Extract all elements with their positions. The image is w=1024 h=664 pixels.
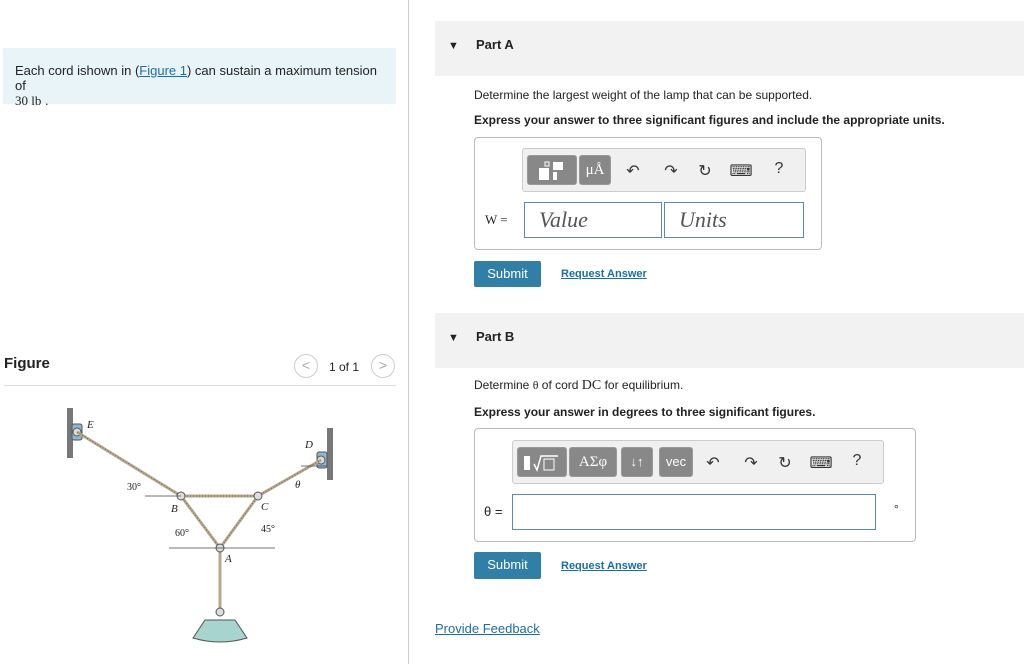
label-theta: θ — [295, 479, 301, 491]
collapse-triangle-icon: ▼ — [448, 332, 459, 344]
lamp — [192, 619, 248, 643]
max-tension-value: 30 lb — [15, 93, 42, 108]
units-button[interactable]: μÅ — [579, 155, 611, 185]
partB-title: Part B — [476, 329, 515, 344]
template-sqrt-button[interactable] — [517, 447, 567, 477]
partA-submit-button[interactable]: Submit — [474, 261, 541, 287]
problem-text-before: Each cord ishown in ( — [15, 63, 140, 78]
partB-instructions: Express your answer in degrees to three … — [474, 405, 816, 419]
template-sqrt-icon — [524, 455, 558, 473]
reset-icon[interactable]: ↻ — [693, 161, 717, 181]
right-wall — [327, 428, 333, 480]
partB-question: Determine θ of cord DC for equilibrium. — [474, 378, 684, 393]
label-B: B — [171, 503, 178, 515]
label-C: C — [261, 501, 269, 513]
label-D: D — [304, 439, 313, 451]
partB-var-label: θ = — [484, 504, 503, 519]
partA-toolbar: μÅ ↶ ↷ ↻ ⌨ ? — [522, 148, 806, 192]
template-icon — [539, 161, 563, 180]
reset-icon[interactable]: ↻ — [773, 453, 797, 473]
undo-icon[interactable]: ↶ — [621, 161, 645, 181]
label-45: 45° — [261, 524, 275, 535]
undo-icon[interactable]: ↶ — [701, 453, 725, 473]
label-30: 30° — [127, 482, 141, 493]
help-button[interactable]: ? — [845, 452, 869, 470]
figure-link[interactable]: Figure 1 — [139, 63, 187, 78]
figure-next-button[interactable]: > — [371, 354, 395, 378]
redo-icon[interactable]: ↷ — [739, 453, 763, 473]
greek-button[interactable]: ΑΣφ — [569, 447, 617, 477]
partA-question: Determine the largest weight of the lamp… — [474, 88, 813, 102]
partA-var-label: W = — [485, 212, 508, 227]
degree-unit: ° — [894, 502, 899, 516]
theta-input[interactable] — [512, 494, 876, 530]
vec-button[interactable]: vec — [659, 447, 693, 477]
label-A: A — [224, 553, 232, 565]
value-input[interactable]: Value — [524, 202, 662, 238]
keyboard-icon[interactable]: ⌨ — [809, 453, 833, 473]
partB-toolbar: ΑΣφ ↓↑ vec ↶ ↷ ↻ ⌨ ? — [512, 440, 884, 484]
problem-statement: Each cord ishown in (Figure 1) can susta… — [3, 48, 396, 108]
partB-request-answer-link[interactable]: Request Answer — [561, 560, 647, 572]
figure-title: Figure — [4, 355, 50, 372]
provide-feedback-link[interactable]: Provide Feedback — [435, 621, 540, 636]
arrows-button[interactable]: ↓↑ — [621, 447, 653, 477]
redo-icon[interactable]: ↷ — [659, 161, 683, 181]
partA-title: Part A — [476, 37, 514, 52]
keyboard-icon[interactable]: ⌨ — [729, 161, 753, 181]
figure-prev-button[interactable]: < — [294, 354, 318, 378]
partA-instructions: Express your answer to three significant… — [474, 113, 945, 127]
partA-request-answer-link[interactable]: Request Answer — [561, 268, 647, 280]
problem-text-end: . — [41, 93, 49, 108]
ring-C — [253, 491, 263, 501]
label-60: 60° — [175, 528, 189, 539]
partB-submit-button[interactable]: Submit — [474, 552, 541, 579]
help-button[interactable]: ? — [767, 160, 791, 178]
template-button[interactable] — [527, 155, 577, 185]
figure-divider — [4, 385, 396, 386]
partA-header[interactable]: ▼ Part A — [435, 21, 1024, 76]
collapse-triangle-icon: ▼ — [448, 40, 459, 52]
lamp-cord-figure: E D B C A θ 30° 60° 45° — [67, 408, 333, 643]
figure-counter: 1 of 1 — [329, 360, 360, 374]
partB-header[interactable]: ▼ Part B — [435, 313, 1024, 368]
units-input[interactable]: Units — [664, 202, 804, 238]
label-E: E — [86, 419, 94, 431]
